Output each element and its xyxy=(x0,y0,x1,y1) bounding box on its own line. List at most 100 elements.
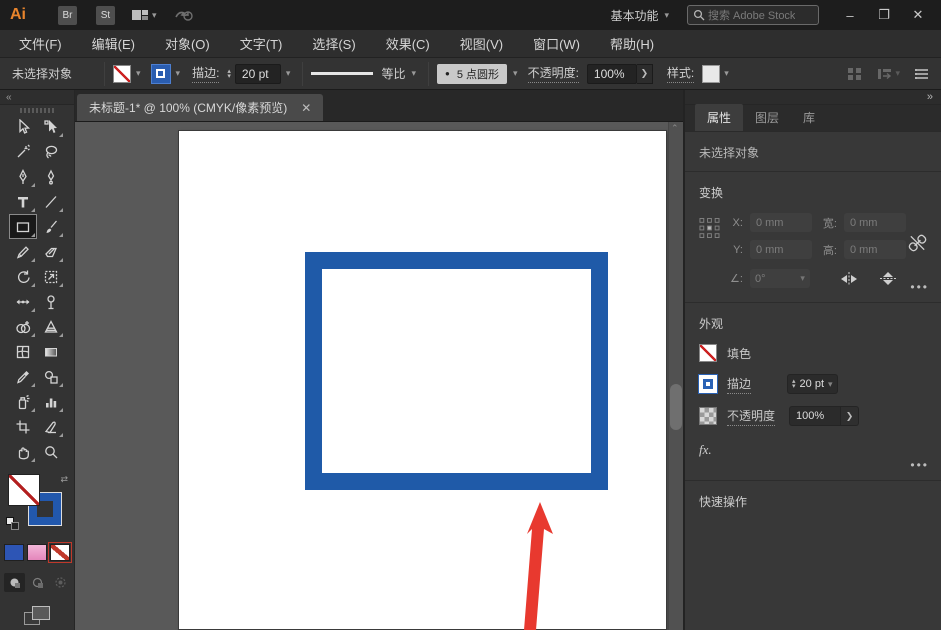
chevron-down-icon[interactable]: ▾ xyxy=(286,68,291,79)
document-tab[interactable]: 未标题-1* @ 100% (CMYK/像素预览) ✕ xyxy=(77,94,324,121)
arrange-documents-button[interactable]: ▾ xyxy=(131,8,157,22)
chevron-down-icon[interactable]: ▾ xyxy=(724,68,729,79)
width-tool[interactable] xyxy=(9,289,37,314)
gpu-performance-icon[interactable] xyxy=(173,7,193,23)
collapse-panel-icon[interactable]: « xyxy=(6,92,12,103)
stroke-label[interactable]: 描边 xyxy=(727,375,752,394)
x-field[interactable]: 0 mm xyxy=(749,213,812,232)
none-button[interactable] xyxy=(48,542,72,563)
lasso-tool[interactable] xyxy=(37,139,65,164)
graphic-style-swatch[interactable] xyxy=(702,64,721,83)
paintbrush-tool[interactable] xyxy=(37,214,65,239)
fill-proxy-swatch[interactable] xyxy=(8,474,40,506)
height-field[interactable]: 0 mm xyxy=(843,240,906,259)
menu-item-3[interactable]: 文字(T) xyxy=(225,30,298,57)
shaper-tool[interactable] xyxy=(9,239,37,264)
search-input[interactable]: 搜索 Adobe Stock xyxy=(687,5,819,25)
stock-icon[interactable]: St xyxy=(96,5,115,25)
symbol-sprayer-tool[interactable] xyxy=(9,389,37,414)
change-screen-mode-button[interactable] xyxy=(24,606,50,626)
hand-tool[interactable] xyxy=(9,439,37,464)
stroke-weight-stepper[interactable]: ▴ ▾ xyxy=(227,68,231,80)
opacity-more-button[interactable]: ❯ xyxy=(841,406,860,426)
vertical-scrollbar[interactable]: ⌃ xyxy=(668,122,683,630)
menu-item-6[interactable]: 视图(V) xyxy=(445,30,518,57)
opacity-more-button[interactable]: ❯ xyxy=(636,63,653,84)
minimize-button[interactable]: – xyxy=(833,3,867,27)
opacity-panel-link[interactable]: 不透明度: xyxy=(527,64,579,83)
flip-vertical-icon[interactable] xyxy=(879,271,896,286)
gradient-button[interactable] xyxy=(27,544,47,561)
angle-dropdown[interactable]: 0° ▾ xyxy=(749,269,810,288)
tab-图层[interactable]: 图层 xyxy=(743,104,791,131)
width-field[interactable]: 0 mm xyxy=(843,213,906,232)
chevron-down-icon[interactable]: ▾ xyxy=(828,379,833,390)
tab-属性[interactable]: 属性 xyxy=(695,104,744,131)
pen-tool[interactable] xyxy=(9,164,37,189)
slice-tool[interactable] xyxy=(37,414,65,439)
brush-definition-dropdown[interactable]: ● 5 点圆形 xyxy=(437,63,508,84)
stroke-weight-control[interactable]: ▴ ▾ 20 pt ▾ xyxy=(787,374,838,394)
stroke-color-swatch[interactable] xyxy=(150,63,171,84)
workspace-switcher[interactable]: 基本功能 ▾ xyxy=(610,7,669,24)
menu-item-1[interactable]: 编辑(E) xyxy=(77,30,150,57)
mesh-tool[interactable] xyxy=(9,339,37,364)
paragraph-options-button[interactable]: ▾ xyxy=(877,67,900,81)
reference-point-locator[interactable] xyxy=(699,217,720,239)
opacity-swatch[interactable] xyxy=(699,407,717,425)
menu-item-2[interactable]: 对象(O) xyxy=(150,30,225,57)
eraser-tool[interactable] xyxy=(37,239,65,264)
maximize-button[interactable]: ❐ xyxy=(867,3,901,27)
flip-horizontal-icon[interactable] xyxy=(840,271,858,286)
menu-item-7[interactable]: 窗口(W) xyxy=(518,30,595,57)
stroke-weight-value[interactable]: 20 pt xyxy=(234,63,281,84)
scroll-up-icon[interactable]: ⌃ xyxy=(671,123,679,134)
collapse-panels-icon[interactable]: » xyxy=(927,91,933,103)
y-field[interactable]: 0 mm xyxy=(749,240,812,259)
swap-fill-stroke-icon[interactable]: ⇄ xyxy=(60,474,68,485)
draw-normal-button[interactable] xyxy=(3,573,25,592)
shape-builder-tool[interactable] xyxy=(9,314,37,339)
eyedropper-tool[interactable] xyxy=(9,364,37,389)
menu-item-0[interactable]: 文件(F) xyxy=(4,30,77,57)
opacity-label[interactable]: 不透明度 xyxy=(727,407,776,426)
blue-rectangle-shape[interactable] xyxy=(305,252,608,490)
constrain-proportions-icon[interactable] xyxy=(908,233,927,253)
tab-库[interactable]: 库 xyxy=(791,104,827,131)
fill-color-swatch[interactable] xyxy=(113,64,131,83)
perspective-grid-tool[interactable] xyxy=(37,314,65,339)
appearance-more-options[interactable]: ••• xyxy=(910,458,929,472)
default-fill-stroke-icon[interactable] xyxy=(6,517,19,530)
menu-item-8[interactable]: 帮助(H) xyxy=(595,30,669,57)
canvas[interactable]: ⌃ xyxy=(75,122,683,630)
chevron-down-icon[interactable]: ▾ xyxy=(136,68,141,79)
curvature-tool[interactable] xyxy=(37,164,65,189)
scale-tool[interactable] xyxy=(37,264,65,289)
stroke-panel-link[interactable]: 描边: xyxy=(192,64,220,83)
transform-more-options[interactable]: ••• xyxy=(910,280,929,294)
chevron-down-icon[interactable]: ▾ xyxy=(176,68,181,79)
draw-behind-button[interactable] xyxy=(27,573,48,592)
menu-icon[interactable] xyxy=(914,68,929,80)
effects-button[interactable]: fx. xyxy=(699,442,712,458)
chevron-down-icon[interactable]: ▾ xyxy=(411,68,416,79)
chevron-down-icon[interactable]: ▾ xyxy=(513,68,518,79)
line-segment-tool[interactable] xyxy=(37,189,65,214)
selection-tool[interactable] xyxy=(9,114,37,139)
align-icon[interactable] xyxy=(847,67,863,81)
gradient-tool[interactable] xyxy=(37,339,65,364)
magic-wand-tool[interactable] xyxy=(9,139,37,164)
stroke-swatch[interactable] xyxy=(698,374,718,394)
direct-selection-tool[interactable] xyxy=(37,114,65,139)
close-button[interactable]: ✕ xyxy=(901,3,935,27)
bridge-icon[interactable]: Br xyxy=(58,5,77,25)
graph-tool[interactable] xyxy=(37,389,65,414)
zoom-tool[interactable] xyxy=(37,439,65,464)
menu-item-5[interactable]: 效果(C) xyxy=(371,30,445,57)
artboard-tool[interactable] xyxy=(9,414,37,439)
draw-inside-button[interactable] xyxy=(50,573,71,592)
style-panel-link[interactable]: 样式: xyxy=(666,64,695,83)
rotate-tool[interactable] xyxy=(9,264,37,289)
color-button[interactable] xyxy=(4,544,24,561)
symbol-tool[interactable] xyxy=(37,364,65,389)
